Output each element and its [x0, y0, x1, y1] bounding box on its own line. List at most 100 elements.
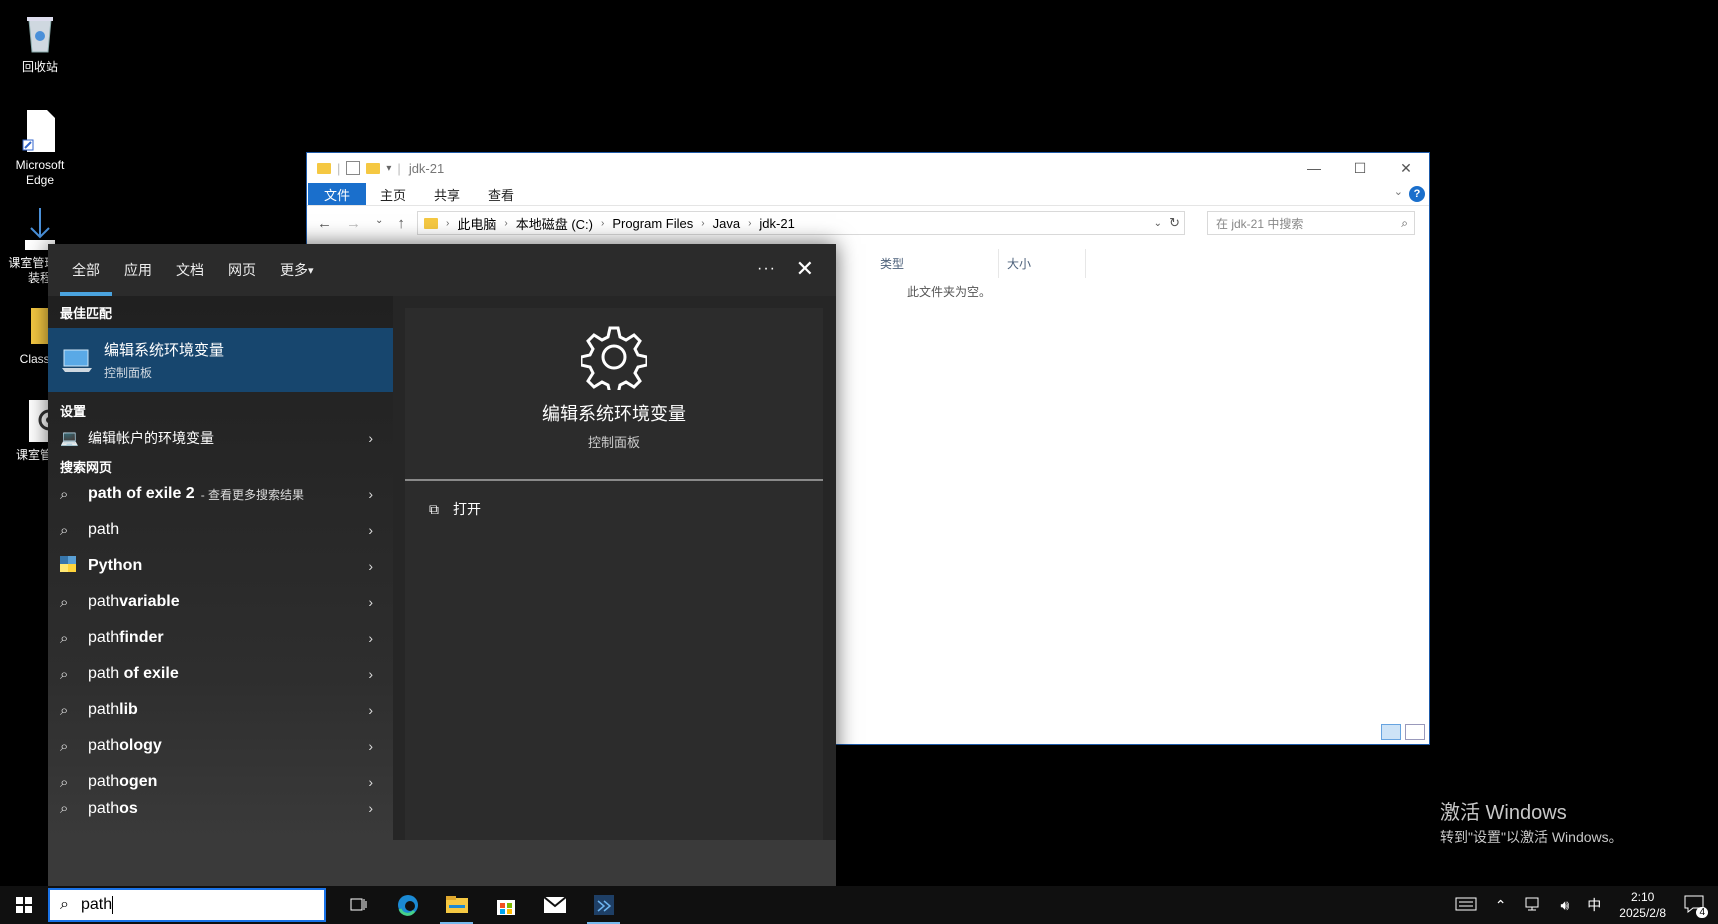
web-result[interactable]: ⌕ path os › [48, 800, 393, 820]
help-button[interactable]: ? [1409, 186, 1425, 202]
keyboard-icon[interactable] [1455, 897, 1477, 914]
best-match-subtitle: 控制面板 [104, 366, 153, 380]
desktop-icon-edge[interactable]: Microsoft Edge [4, 108, 76, 188]
result-suffix: - 查看更多搜索结果 [200, 487, 305, 502]
result-text-bold: of exile [119, 665, 179, 682]
result-text-bold: ology [119, 737, 162, 754]
notification-icon[interactable]: 4 [1684, 895, 1708, 918]
mail-icon[interactable] [530, 886, 579, 924]
chevron-right-icon[interactable]: › [601, 218, 604, 229]
tab-all[interactable]: 全部 [60, 244, 112, 296]
chevron-right-icon[interactable]: › [701, 218, 704, 229]
chevron-right-icon[interactable]: › [368, 774, 373, 790]
chevron-right-icon[interactable]: › [368, 486, 373, 502]
column-header-size[interactable]: 大小 [999, 249, 1086, 278]
address-dropdown-icon[interactable]: ⌄ [1154, 218, 1162, 229]
chevron-right-icon[interactable]: › [748, 218, 751, 229]
explorer-search-input[interactable]: 在 jdk-21 中搜索 ⌕ [1207, 211, 1415, 235]
search-tabs: 全部 应用 文档 网页 更多 ··· ✕ [48, 244, 836, 296]
chevron-right-icon[interactable]: › [368, 702, 373, 718]
chevron-right-icon[interactable]: › [368, 522, 373, 538]
tab-view[interactable]: 查看 [474, 183, 528, 205]
window-title: jdk-21 [408, 160, 445, 176]
expand-ribbon-icon[interactable]: ⌄ [1394, 185, 1403, 198]
web-result[interactable]: ⌕ path of exile 2 - 查看更多搜索结果 › [48, 476, 393, 512]
large-icons-view-icon[interactable] [1405, 724, 1425, 740]
web-result[interactable]: ⌕ path ogen › [48, 764, 393, 800]
tab-apps[interactable]: 应用 [112, 244, 164, 296]
new-folder-icon[interactable] [366, 162, 381, 174]
vscode-icon[interactable] [579, 886, 628, 924]
settings-result[interactable]: 💻 编辑帐户的环境变量 › [48, 420, 393, 456]
chevron-right-icon[interactable]: › [446, 218, 449, 229]
tab-home[interactable]: 主页 [366, 183, 420, 205]
ime-indicator[interactable]: 中 [1587, 895, 1601, 915]
file-explorer-icon[interactable] [432, 886, 481, 924]
web-result[interactable]: ⌕ path lib › [48, 692, 393, 728]
breadcrumb-item[interactable]: Java [713, 216, 740, 231]
chevron-right-icon[interactable]: › [368, 430, 373, 446]
minimize-button[interactable]: — [1291, 153, 1337, 183]
separator: | [397, 160, 401, 176]
chevron-right-icon[interactable]: › [368, 666, 373, 682]
chevron-right-icon[interactable]: › [368, 594, 373, 610]
chevron-down-icon[interactable]: ▾ [386, 163, 391, 174]
preview-title: 编辑系统环境变量 [542, 404, 686, 424]
web-result[interactable]: ⌕ path of exile › [48, 656, 393, 692]
maximize-button[interactable]: ☐ [1337, 153, 1383, 183]
network-icon[interactable] [1524, 896, 1542, 915]
recent-locations-icon[interactable]: ⌄ [375, 215, 383, 232]
result-text: path [88, 593, 120, 610]
taskbar-search-input[interactable]: ⌕ path [48, 888, 326, 922]
up-arrow-icon[interactable]: ↑ [397, 215, 405, 232]
tab-web[interactable]: 网页 [216, 244, 268, 296]
open-action[interactable]: ⧉ 打开 [405, 499, 823, 519]
result-text: path [88, 521, 120, 538]
chevron-right-icon[interactable]: › [368, 630, 373, 646]
edge-icon[interactable] [383, 886, 432, 924]
tab-more[interactable]: 更多 [268, 244, 326, 296]
start-button[interactable] [0, 886, 48, 924]
result-text-bold: os [119, 800, 138, 817]
back-arrow-icon[interactable]: ← [317, 215, 332, 232]
web-result[interactable]: ⌕ path variable › [48, 584, 393, 620]
desktop-icon-recycle-bin[interactable]: 回收站 [4, 10, 76, 75]
close-icon[interactable]: ✕ [796, 256, 814, 282]
breadcrumb-item[interactable]: 本地磁盘 (C:) [516, 214, 593, 233]
address-bar[interactable]: › 此电脑 › 本地磁盘 (C:) › Program Files › Java › jd… [417, 211, 1185, 235]
store-icon[interactable] [481, 886, 530, 924]
search-icon: ⌕ [60, 485, 69, 503]
chevron-right-icon[interactable]: › [368, 800, 373, 816]
web-result[interactable]: ⌕ path finder › [48, 620, 393, 656]
breadcrumb-item[interactable]: Program Files [612, 216, 693, 231]
result-preview-pane: 编辑系统环境变量 控制面板 ⧉ 打开 [405, 308, 823, 840]
chevron-right-icon[interactable]: › [368, 558, 373, 574]
result-text: path [88, 629, 120, 646]
details-view-icon[interactable] [1381, 724, 1401, 740]
more-options-icon[interactable]: ··· [757, 260, 776, 278]
tab-file[interactable]: 文件 [308, 183, 367, 205]
windows-logo-icon [16, 897, 32, 913]
task-view-icon[interactable] [334, 886, 383, 924]
search-icon: ⌕ [1401, 215, 1408, 230]
chevron-right-icon[interactable]: › [368, 738, 373, 754]
close-button[interactable]: ✕ [1383, 153, 1429, 183]
result-text-bold: finder [119, 629, 164, 646]
breadcrumb-item[interactable]: jdk-21 [759, 216, 794, 231]
breadcrumb-item[interactable]: 此电脑 [457, 214, 496, 233]
tab-share[interactable]: 共享 [420, 183, 474, 205]
properties-icon[interactable] [346, 161, 361, 175]
refresh-icon[interactable]: ↻ [1169, 215, 1180, 231]
tab-documents[interactable]: 文档 [164, 244, 216, 296]
forward-arrow-icon[interactable]: → [346, 215, 361, 232]
search-value: path [80, 896, 113, 913]
column-header-type[interactable]: 类型 [872, 249, 999, 278]
chevron-up-icon[interactable]: ⌃ [1495, 897, 1507, 914]
web-result[interactable]: ⌕ path ology › [48, 728, 393, 764]
best-match-result[interactable]: 编辑系统环境变量 控制面板 [48, 328, 393, 392]
chevron-right-icon[interactable]: › [504, 218, 507, 229]
web-result[interactable]: Python › [48, 548, 393, 584]
volume-icon[interactable]: 🔊︎ [1560, 897, 1569, 914]
web-result[interactable]: ⌕ path › [48, 512, 393, 548]
clock[interactable]: 2:10 2025/2/8 [1619, 889, 1666, 921]
